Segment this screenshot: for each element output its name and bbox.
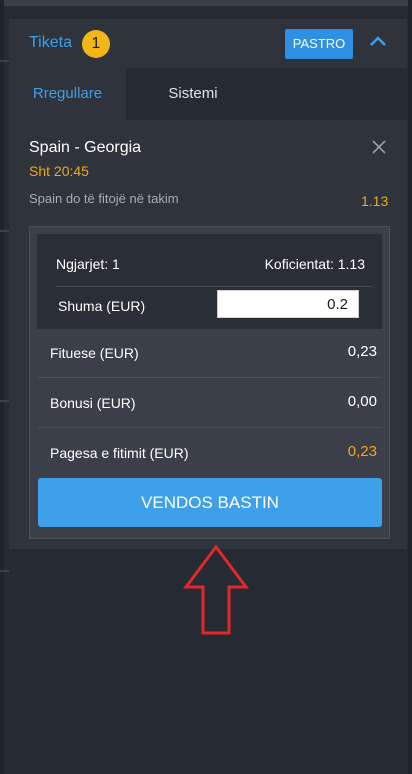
betslip-panel: Tiketa 1 PASTRO Rregullare Sistemi Spain…: [9, 19, 407, 549]
annotation-arrow-up-icon: [183, 544, 249, 636]
events-count: Ngjarjet: 1: [56, 256, 120, 272]
selection-odds: 1.13: [361, 193, 388, 209]
bonus-row: Bonusi (EUR) 0,00: [30, 379, 389, 429]
bet-type-tabs: Rregullare Sistemi: [9, 68, 407, 120]
edge-divider: [0, 60, 9, 62]
top-strip: [0, 0, 412, 6]
edge-divider: [0, 570, 9, 572]
bonus-label: Bonusi (EUR): [50, 395, 136, 411]
betslip-title: Tiketa: [29, 34, 72, 52]
bonus-value: 0,00: [348, 393, 377, 410]
payout-value: 0,23: [348, 443, 377, 460]
close-icon[interactable]: [371, 139, 387, 155]
divider: [38, 377, 381, 378]
right-edge: [408, 0, 412, 774]
payout-label: Pagesa e fitimit (EUR): [50, 445, 188, 461]
clear-button[interactable]: PASTRO: [285, 29, 353, 59]
stake-label: Shuma (EUR): [58, 298, 145, 314]
win-value: 0,23: [348, 343, 377, 360]
stake-section: Ngjarjet: 1 Koficientat: 1.13 Shuma (EUR…: [37, 234, 382, 329]
total-coefficient: Koficientat: 1.13: [265, 256, 365, 272]
win-label: Fituese (EUR): [50, 345, 139, 361]
divider: [38, 427, 381, 428]
edge-divider: [0, 230, 9, 232]
tab-single[interactable]: Rregullare: [9, 68, 126, 120]
win-row: Fituese (EUR) 0,23: [30, 329, 389, 379]
stake-input[interactable]: [217, 290, 359, 318]
place-bet-button[interactable]: VENDOS BASTIN: [38, 478, 382, 527]
chevron-up-icon[interactable]: [367, 33, 389, 49]
payout-row: Pagesa e fitimit (EUR) 0,23: [30, 429, 389, 479]
bet-summary-box: Ngjarjet: 1 Koficientat: 1.13 Shuma (EUR…: [29, 226, 390, 539]
edge-divider: [0, 400, 9, 402]
match-time: Sht 20:45: [29, 163, 89, 179]
left-edge: [0, 0, 4, 774]
divider: [56, 286, 372, 287]
selection-pick: Spain do të fitojë në takim: [29, 191, 179, 206]
betslip-header: Tiketa 1 PASTRO: [9, 19, 407, 68]
match-title: Spain - Georgia: [29, 139, 141, 157]
selection-count-badge: 1: [82, 30, 110, 58]
tab-system[interactable]: Sistemi: [126, 68, 260, 120]
